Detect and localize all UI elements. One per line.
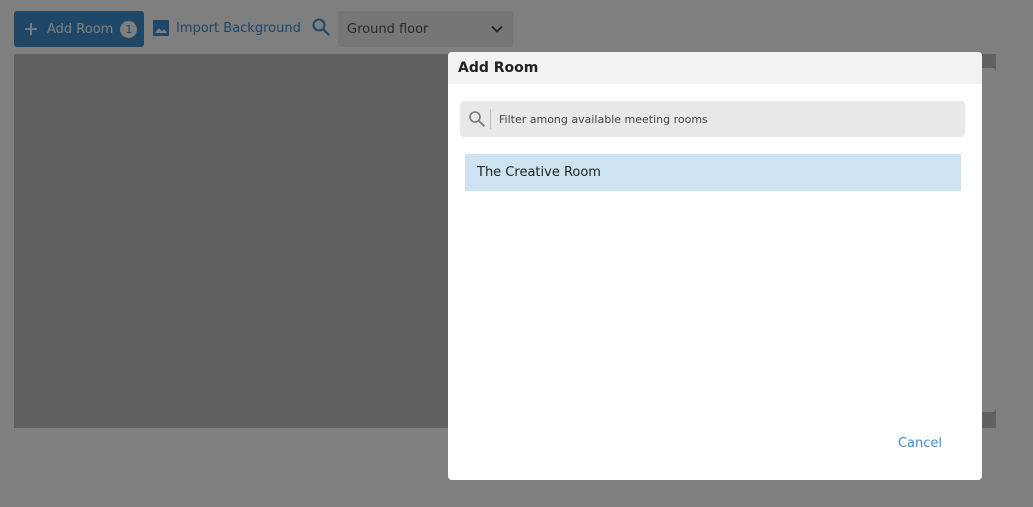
dialog-title: Add Room [448, 52, 982, 84]
search-icon [469, 111, 485, 127]
room-list: The Creative Room [465, 154, 961, 191]
floor-plan-editor: Add Room 1 Import Background Ground floo… [0, 0, 1033, 507]
add-room-dialog: Add Room The Creative Room Cancel [448, 52, 982, 480]
filter-divider [490, 109, 491, 129]
filter-input[interactable] [499, 112, 939, 126]
room-list-item[interactable]: The Creative Room [465, 154, 961, 191]
cancel-button[interactable]: Cancel [888, 433, 952, 453]
filter-field[interactable] [460, 101, 965, 137]
room-name: The Creative Room [477, 165, 601, 180]
